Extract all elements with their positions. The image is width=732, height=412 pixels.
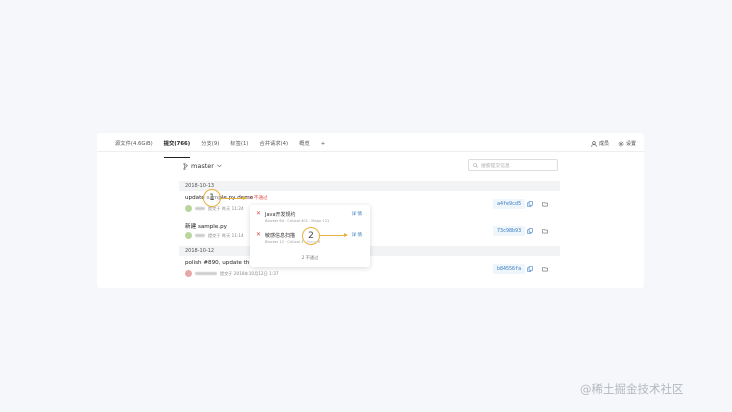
commit-row[interactable]: polish #890, update thre 提交于 2018年10月12日… — [185, 260, 560, 282]
commit-hash[interactable]: 73c98b93 — [493, 226, 526, 236]
copy-icon[interactable] — [527, 228, 533, 234]
member-button[interactable]: 成员 — [591, 140, 609, 147]
author-name-redacted — [195, 234, 205, 237]
page: 源文件(4.6GiB) 提交(766) 分支(9) 标签(1) 合并请求(4) … — [0, 0, 732, 412]
settings-label: 设置 — [625, 141, 636, 147]
folder-icon[interactable] — [542, 228, 548, 234]
avatar — [185, 205, 192, 212]
check-name: Java开发规约 — [265, 212, 296, 218]
fail-x-icon: ✕ — [256, 210, 262, 217]
callout-marker-1: 1 — [203, 189, 221, 207]
author-name-redacted — [195, 272, 217, 275]
callout-arrow-1 — [220, 196, 247, 200]
check-summary: 2 不通过 — [301, 255, 319, 260]
folder-icon[interactable] — [542, 201, 548, 207]
status-badge-fail[interactable]: ✕ 不通过 — [249, 195, 268, 202]
check-detail-link[interactable]: 详 情 — [352, 232, 362, 238]
commit-time: 提交于 2018年10月12日 1:37 — [220, 270, 279, 276]
search-input[interactable]: 搜索提交信息 — [468, 159, 558, 171]
copy-icon[interactable] — [527, 266, 533, 272]
commit-hash[interactable]: b84556fa — [493, 264, 526, 274]
avatar — [185, 270, 192, 277]
user-icon — [591, 140, 597, 147]
fail-x-icon: ✕ — [249, 195, 253, 201]
repo-panel: 源文件(4.6GiB) 提交(766) 分支(9) 标签(1) 合并请求(4) … — [97, 133, 644, 288]
date-group-header: 2018-10-13 — [179, 181, 560, 191]
search-icon — [473, 162, 478, 168]
chevron-down-icon — [217, 164, 222, 168]
search-placeholder: 搜索提交信息 — [481, 163, 510, 169]
commit-hash[interactable]: a4fe9cd5 — [493, 199, 526, 209]
commit-time: 提交于 昨天 11:14 — [208, 232, 244, 238]
gear-icon — [618, 141, 624, 146]
watermark: @稀土掘金技术社区 — [580, 382, 684, 396]
commit-row[interactable]: 新建 sample.py 提交于 昨天 11:14 73c98b93 — [185, 222, 560, 244]
commit-title[interactable]: 新建 sample.py — [185, 222, 227, 230]
fail-x-icon: ✕ — [256, 231, 262, 238]
status-fail-label: 不通过 — [253, 196, 268, 201]
branch-name: master — [191, 162, 214, 170]
tab-divider — [97, 151, 644, 152]
commit-title[interactable]: polish #890, update thre — [185, 260, 255, 266]
settings-button[interactable]: 设置 — [618, 140, 636, 147]
check-name: 敏感信息扫描 — [265, 233, 296, 239]
header-actions: 成员 设置 — [591, 140, 636, 147]
branch-selector[interactable]: master — [183, 162, 222, 170]
folder-icon[interactable] — [542, 266, 548, 272]
commit-meta: 提交于 昨天 11:14 — [185, 232, 244, 239]
author-name-redacted — [195, 207, 205, 210]
check-detail-link[interactable]: 详 情 — [352, 211, 362, 217]
callout-arrow-2 — [319, 233, 348, 237]
callout-marker-2: 2 — [302, 227, 320, 245]
branch-icon — [183, 162, 188, 170]
avatar — [185, 232, 192, 239]
check-meta: Blocker 64 · Critical 401 · Major 121 — [265, 219, 330, 223]
copy-icon[interactable] — [527, 201, 533, 207]
commit-meta: 提交于 2018年10月12日 1:37 — [185, 270, 279, 277]
member-label: 成员 — [598, 141, 609, 147]
